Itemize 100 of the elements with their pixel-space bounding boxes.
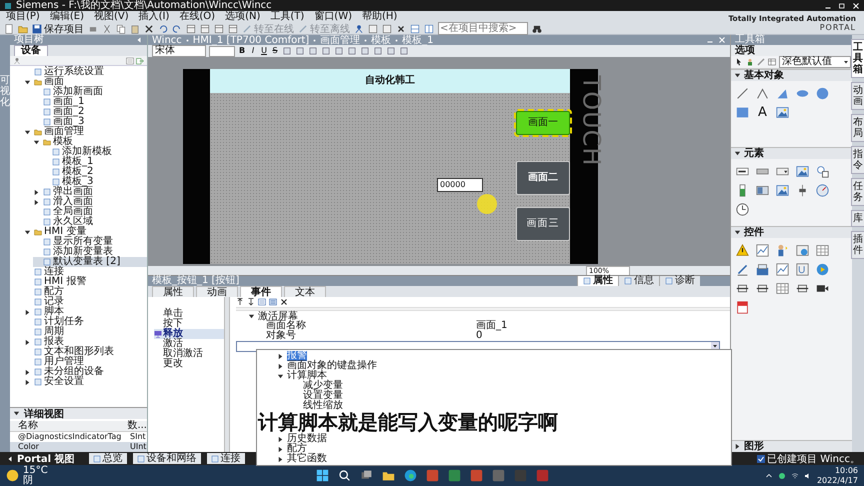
- tree-item[interactable]: 连接: [24, 267, 147, 277]
- side-tab[interactable]: 布局: [851, 114, 864, 142]
- collapse-arrow-icon[interactable]: [248, 312, 255, 320]
- font-size-dropdown[interactable]: [209, 46, 235, 56]
- font-dropdown[interactable]: 宋体: [152, 45, 206, 57]
- move-up-icon[interactable]: [236, 298, 244, 306]
- expand-arrow-icon[interactable]: [277, 352, 284, 360]
- collapse-arrow-icon[interactable]: [734, 72, 741, 79]
- event-item[interactable]: 释放: [154, 329, 224, 339]
- clock-icon[interactable]: [736, 203, 749, 216]
- tree-item[interactable]: 添加新变量表: [33, 247, 147, 257]
- tree-item[interactable]: 记录: [24, 297, 147, 307]
- menu-item[interactable]: 窗口(W): [314, 11, 352, 22]
- list-item[interactable]: 计算脚本: [277, 371, 731, 381]
- redo-icon[interactable]: [172, 24, 182, 34]
- user-icon[interactable]: [746, 58, 754, 66]
- side-tab[interactable]: 库: [851, 210, 864, 227]
- list-item[interactable]: 其它函数: [277, 454, 731, 464]
- save-button[interactable]: 保存项目: [32, 22, 84, 36]
- column-header[interactable]: 名称: [10, 421, 128, 431]
- windows-start-icon[interactable]: [316, 469, 328, 482]
- chat-icon[interactable]: [778, 472, 786, 480]
- browser-icon[interactable]: [404, 469, 416, 482]
- picture-icon[interactable]: [796, 165, 809, 178]
- tree-item[interactable]: 添加新模板: [42, 147, 147, 157]
- table-icon[interactable]: [816, 244, 829, 257]
- portal-view-button[interactable]: Portal 视图: [6, 452, 75, 466]
- paste-icon[interactable]: [130, 24, 140, 34]
- side-tab[interactable]: 任务: [851, 178, 864, 206]
- format-button[interactable]: B: [238, 46, 246, 56]
- tree-item[interactable]: 滑入画面: [33, 197, 147, 207]
- window-icon[interactable]: [228, 24, 238, 34]
- undo-icon[interactable]: [158, 24, 168, 34]
- app-icon[interactable]: [470, 469, 482, 482]
- section-header[interactable]: 元素: [731, 148, 852, 159]
- collapse-arrow-icon[interactable]: [24, 78, 31, 86]
- list-item[interactable]: 减少变量: [293, 381, 731, 391]
- menu-item[interactable]: 插入(I): [138, 11, 170, 22]
- tab[interactable]: 属性: [152, 286, 194, 297]
- user-icon[interactable]: [776, 244, 789, 257]
- menu-item[interactable]: 工具(T): [270, 11, 304, 22]
- tree-item[interactable]: 画面: [24, 77, 147, 87]
- side-tab[interactable]: 动画: [851, 82, 864, 110]
- list-item[interactable]: 历史数据: [277, 434, 731, 444]
- io-field[interactable]: 00000: [437, 178, 483, 192]
- tab[interactable]: 文本: [284, 286, 326, 297]
- tree-item[interactable]: 永久区域: [33, 217, 147, 227]
- column-header[interactable]: 数...: [127, 421, 147, 431]
- view-tab[interactable]: 属性: [577, 276, 618, 286]
- table-row[interactable]: Color UInt: [10, 442, 147, 452]
- table-icon[interactable]: [768, 58, 776, 66]
- screen-button[interactable]: 画面一: [516, 111, 570, 135]
- list-icon[interactable]: [269, 298, 277, 306]
- browser-icon[interactable]: [796, 244, 809, 257]
- side-tab[interactable]: 指令: [851, 146, 864, 174]
- expand-arrow-icon[interactable]: [277, 446, 284, 452]
- binoculars-icon[interactable]: [532, 24, 542, 34]
- event-item[interactable]: 更改: [154, 359, 224, 369]
- polyline-icon[interactable]: [756, 87, 769, 100]
- rectangle-icon[interactable]: [736, 106, 749, 119]
- tree-item[interactable]: 画面_2: [33, 107, 147, 117]
- split-vertical-icon[interactable]: [424, 24, 434, 34]
- tree-item[interactable]: 模板: [33, 137, 147, 147]
- collapse-arrow-icon[interactable]: [13, 410, 20, 417]
- section-header[interactable]: 控件: [731, 227, 852, 238]
- app-icon[interactable]: [426, 469, 438, 482]
- event-item[interactable]: 激活: [154, 339, 224, 349]
- new-file-icon[interactable]: [4, 24, 14, 34]
- delete-icon[interactable]: [280, 298, 288, 306]
- tree-item[interactable]: 用户管理: [24, 357, 147, 367]
- editor-tab[interactable]: 总览: [88, 453, 127, 464]
- circle-icon[interactable]: [816, 87, 829, 100]
- tree-item[interactable]: 画面_3: [33, 117, 147, 127]
- tab[interactable]: 动画: [196, 286, 238, 297]
- tree-item[interactable]: 报表: [24, 337, 147, 347]
- window-icon[interactable]: [200, 24, 210, 34]
- expand-arrow-icon[interactable]: [24, 338, 31, 346]
- list-item[interactable]: 线性缩放: [293, 401, 731, 411]
- tree-item[interactable]: HMI 变量: [24, 227, 147, 237]
- tree-item[interactable]: 画面管理: [24, 127, 147, 137]
- wifi-icon[interactable]: [790, 472, 799, 480]
- collapse-arrow-icon[interactable]: [277, 372, 284, 380]
- collapse-arrow-icon[interactable]: [33, 138, 40, 146]
- expand-arrow-icon[interactable]: [24, 308, 31, 316]
- gauge-icon[interactable]: [816, 184, 829, 197]
- format-button[interactable]: U: [260, 46, 268, 56]
- tree-item[interactable]: 显示所有变量: [33, 237, 147, 247]
- tree-item[interactable]: 未分组的设备: [24, 367, 147, 377]
- table-icon[interactable]: [776, 282, 789, 295]
- tree-item[interactable]: HMI 报警: [24, 277, 147, 287]
- restore-icon[interactable]: [838, 2, 846, 10]
- expand-arrow-icon[interactable]: [24, 378, 31, 386]
- search-field[interactable]: <在项目中搜索>: [438, 22, 528, 35]
- tree-item[interactable]: 运行系统设置: [24, 67, 147, 77]
- event-item[interactable]: 单击: [154, 309, 224, 319]
- format-button[interactable]: I: [249, 46, 257, 56]
- expand-arrow-icon[interactable]: [734, 443, 741, 450]
- view-tab[interactable]: 信息: [618, 276, 659, 286]
- date-time-icon[interactable]: [816, 165, 829, 178]
- sun-icon[interactable]: [6, 469, 19, 482]
